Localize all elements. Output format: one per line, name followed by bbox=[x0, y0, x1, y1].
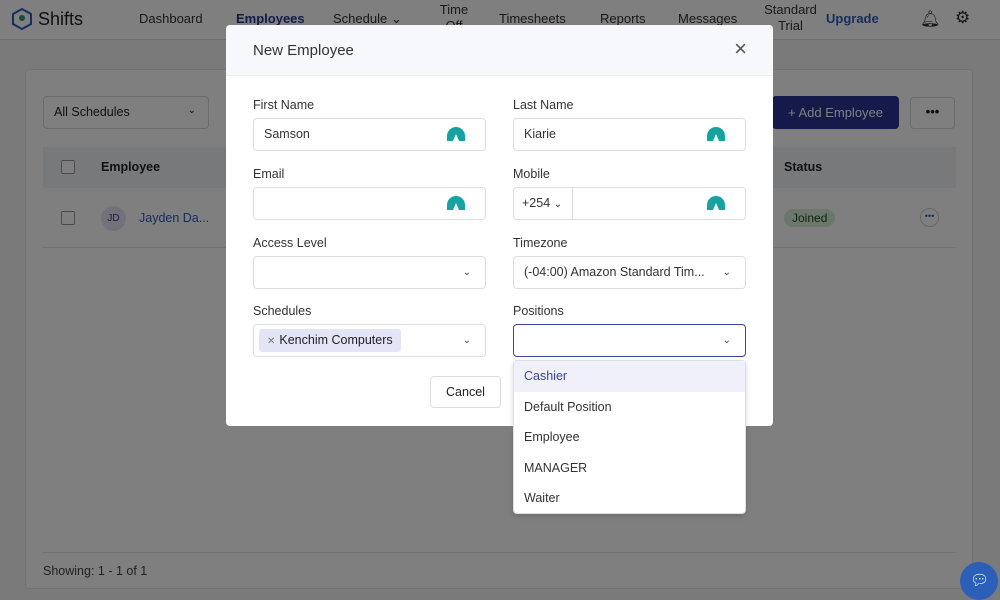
grammarly-icon[interactable] bbox=[447, 196, 465, 210]
chat-button[interactable]: 💬︎ bbox=[960, 562, 998, 600]
positions-label: Positions bbox=[513, 304, 564, 318]
option-default-position[interactable]: Default Position bbox=[514, 392, 745, 423]
schedules-label: Schedules bbox=[253, 304, 312, 318]
remove-chip-icon[interactable]: ✕ bbox=[267, 336, 275, 347]
grammarly-icon[interactable] bbox=[447, 127, 465, 141]
first-name-label: First Name bbox=[253, 98, 315, 112]
option-employee[interactable]: Employee bbox=[514, 422, 745, 453]
close-icon[interactable]: × bbox=[734, 38, 747, 60]
modal-header: New Employee × bbox=[226, 25, 773, 76]
modal-title: New Employee bbox=[253, 42, 354, 59]
positions-select[interactable]: ⌄ bbox=[513, 324, 746, 357]
mobile-input[interactable]: +254 ⌄ bbox=[513, 187, 746, 220]
email-label: Email bbox=[253, 167, 285, 181]
chevron-down-icon: ⌄ bbox=[553, 199, 563, 210]
last-name-label: Last Name bbox=[513, 98, 574, 112]
option-manager[interactable]: MANAGER bbox=[514, 453, 745, 484]
chevron-down-icon: ⌄ bbox=[462, 267, 471, 278]
grammarly-icon[interactable] bbox=[707, 127, 725, 141]
chevron-down-icon: ⌄ bbox=[722, 335, 731, 346]
schedule-chip: ✕ Kenchim Computers bbox=[259, 329, 401, 352]
timezone-label: Timezone bbox=[513, 236, 568, 250]
country-code-select[interactable]: +254 ⌄ bbox=[514, 188, 573, 219]
schedules-select[interactable]: ✕ Kenchim Computers ⌄ bbox=[253, 324, 486, 357]
cancel-button[interactable]: Cancel bbox=[430, 376, 501, 408]
option-cashier[interactable]: Cashier bbox=[514, 361, 745, 392]
last-name-value: Kiarie bbox=[524, 127, 556, 141]
country-code-value: +254 bbox=[522, 196, 551, 210]
access-level-select[interactable]: ⌄ bbox=[253, 256, 486, 289]
first-name-value: Samson bbox=[264, 127, 310, 141]
chevron-down-icon: ⌄ bbox=[722, 267, 731, 278]
option-waiter[interactable]: Waiter bbox=[514, 483, 745, 514]
timezone-value: (-04:00) Amazon Standard Tim... bbox=[524, 265, 705, 279]
grammarly-icon[interactable] bbox=[707, 196, 725, 210]
mobile-label: Mobile bbox=[513, 167, 550, 181]
first-name-input[interactable]: Samson bbox=[253, 118, 486, 151]
last-name-input[interactable]: Kiarie bbox=[513, 118, 746, 151]
schedule-chip-label: Kenchim Computers bbox=[279, 333, 393, 347]
positions-dropdown: Cashier Default Position Employee MANAGE… bbox=[513, 360, 746, 514]
email-input[interactable] bbox=[253, 187, 486, 220]
chevron-down-icon: ⌄ bbox=[462, 335, 471, 346]
access-level-label: Access Level bbox=[253, 236, 327, 250]
chat-icon: 💬︎ bbox=[970, 572, 990, 589]
timezone-select[interactable]: (-04:00) Amazon Standard Tim... ⌄ bbox=[513, 256, 746, 289]
